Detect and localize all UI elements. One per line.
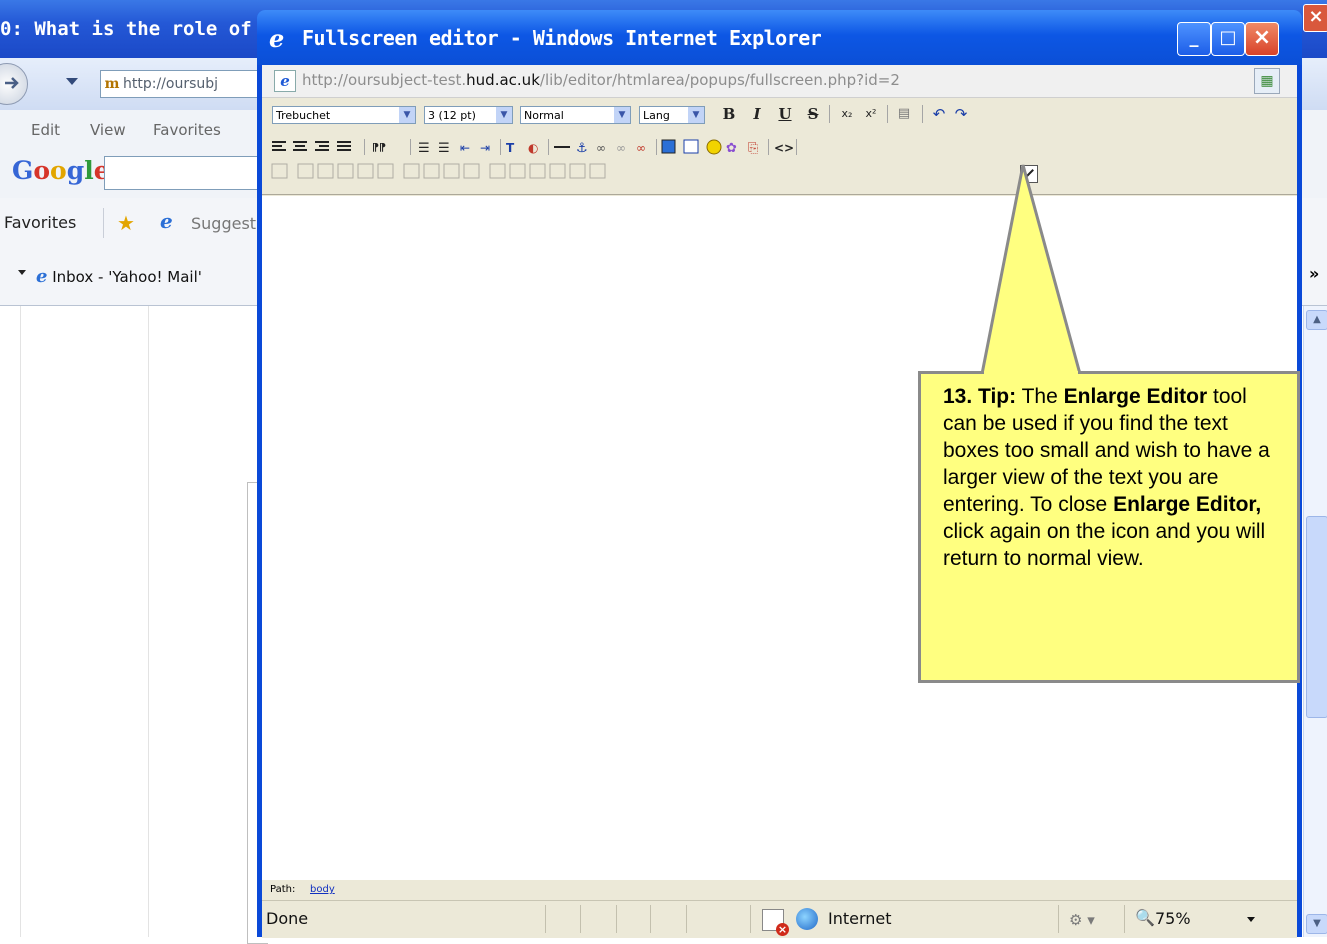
callout-step: 13. Tip: — [943, 385, 1017, 408]
callout-text-1: The — [1016, 385, 1064, 408]
callout-bold-1: Enlarge Editor — [1063, 385, 1208, 408]
callout-bold-2: Enlarge Editor, — [1113, 493, 1262, 516]
callout-text-3: click again on the icon and you will ret… — [943, 520, 1266, 570]
tip-callout: 13. Tip: The Enlarge Editor tool can be … — [918, 371, 1300, 683]
callout-joint — [984, 371, 1078, 375]
